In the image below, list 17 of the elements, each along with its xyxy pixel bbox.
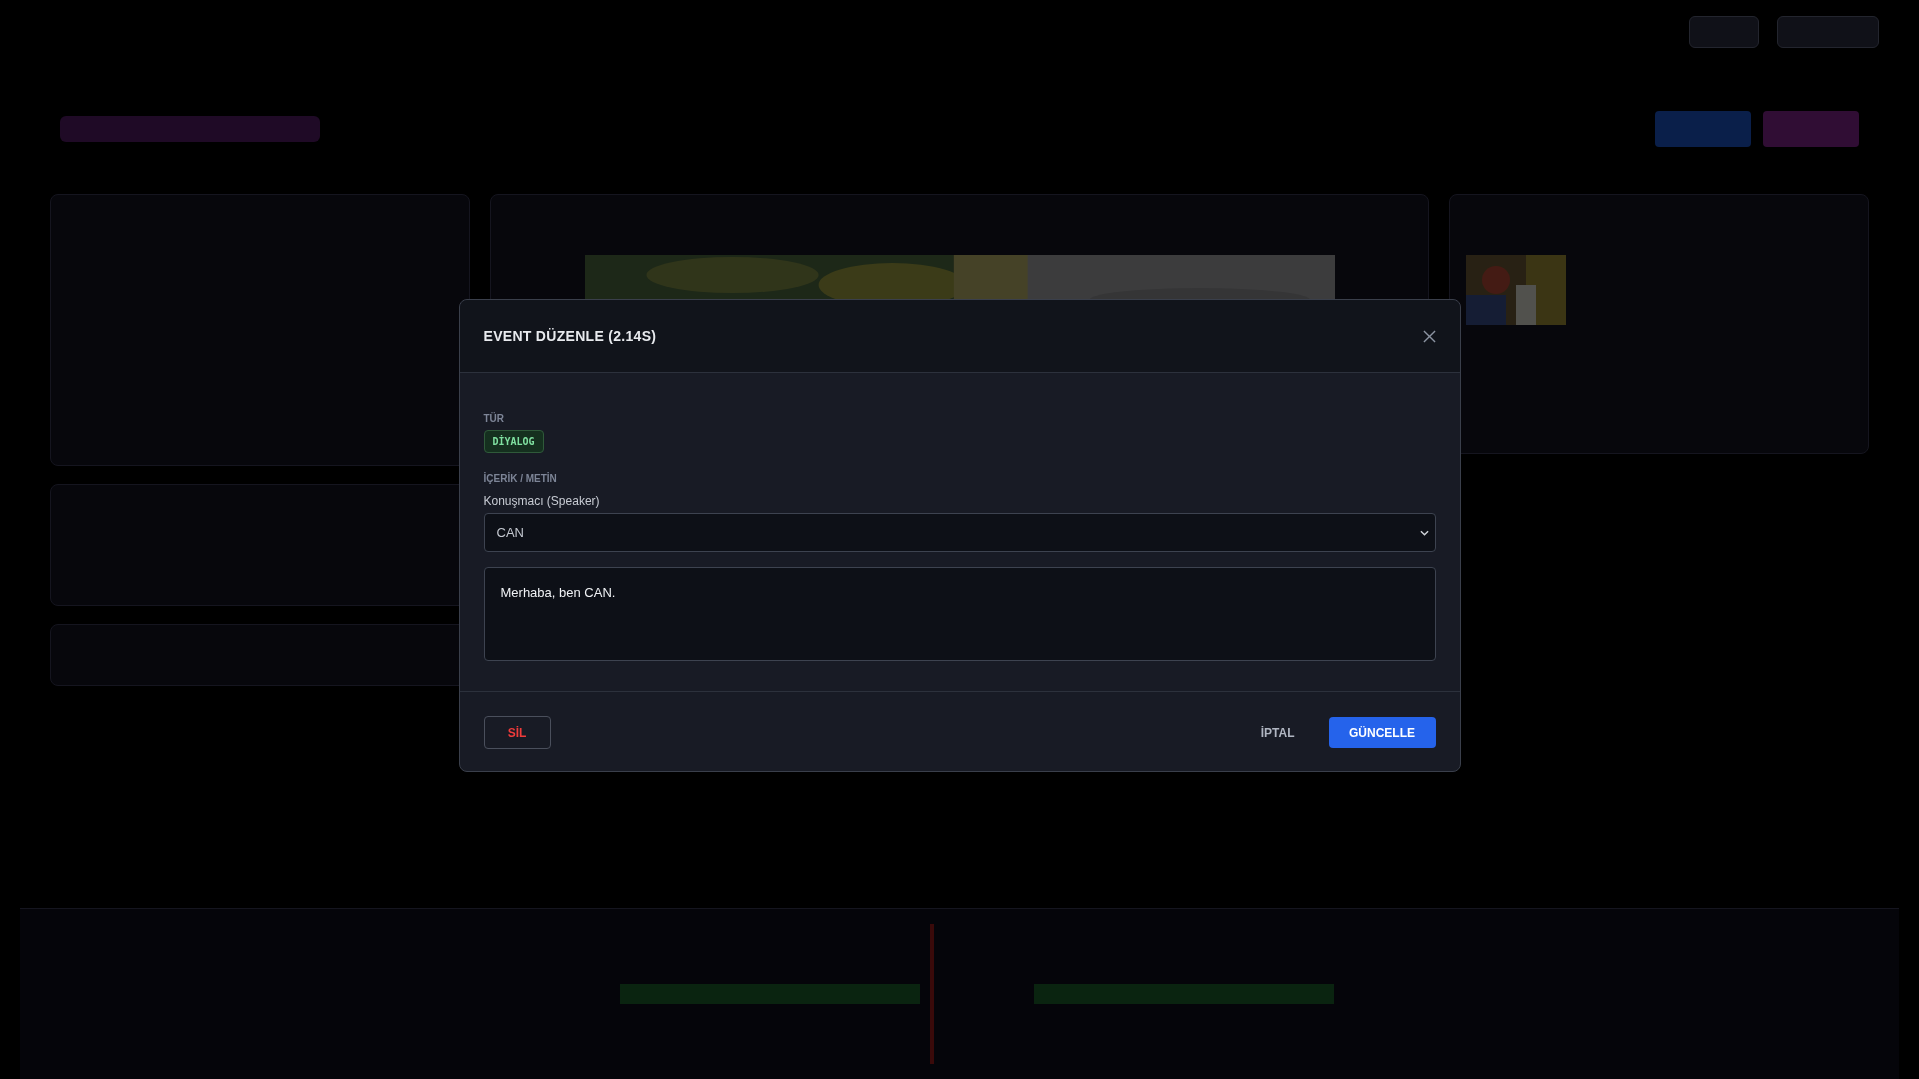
speaker-label: Konuşmacı (Speaker)	[483, 494, 600, 508]
chevron-down-icon	[1419, 529, 1429, 536]
close-icon[interactable]	[1422, 329, 1436, 343]
text-area[interactable]: Merhaba, ben CAN.	[483, 567, 1436, 661]
cancel-button[interactable]: İPTAL	[1250, 717, 1305, 748]
type-label: TÜR	[483, 413, 505, 424]
user-button[interactable]	[1777, 16, 1879, 48]
dialog-title: EVENT DÜZENLE (2.14S)	[483, 328, 657, 344]
delete-button[interactable]: SİL	[483, 716, 551, 749]
type-tag: DİYALOG	[483, 430, 544, 453]
action-button[interactable]	[1763, 111, 1859, 147]
content-label: İÇERİK / METİN	[483, 473, 557, 484]
speaker-select[interactable]: CAN	[483, 513, 1436, 552]
language-button[interactable]	[1689, 16, 1759, 48]
playhead[interactable]	[930, 924, 934, 1064]
update-button[interactable]: GÜNCELLE	[1328, 717, 1436, 748]
action-button[interactable]	[1655, 111, 1751, 147]
